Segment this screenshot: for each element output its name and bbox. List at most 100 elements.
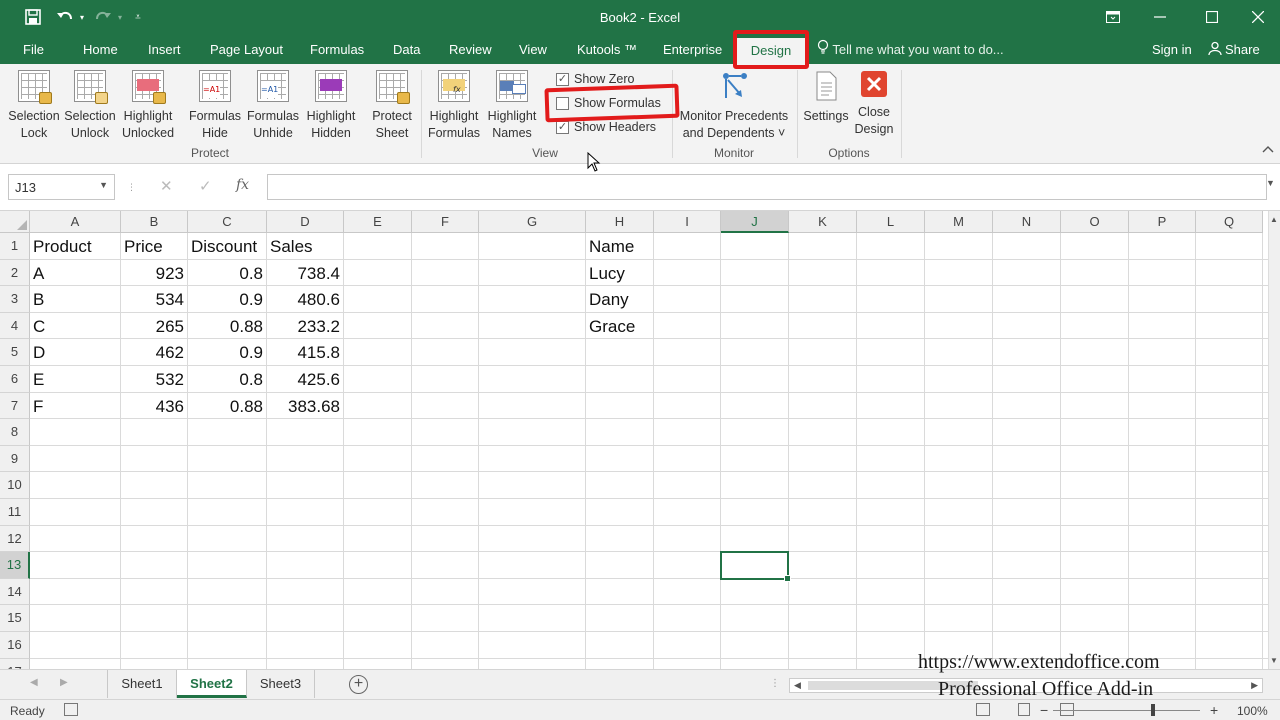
table-cell[interactable]: 0.9 <box>188 286 266 312</box>
worksheet-grid[interactable]: A B C D E F G H I J K L M N O P Q 1 2 3 4 5 6 7 8 9 10 11 12 13 14 15 16… <box>0 211 1280 669</box>
formulas-unhide-button[interactable]: =A1 Formulas Unhide <box>244 70 302 142</box>
column-header-c[interactable]: C <box>188 211 267 233</box>
row-header-8[interactable]: 8 <box>0 419 30 446</box>
table-cell[interactable]: F <box>30 393 120 419</box>
table-cell[interactable]: 425.6 <box>267 366 343 392</box>
table-header-cell[interactable]: Discount <box>188 233 266 259</box>
table-cell[interactable]: 0.9 <box>188 339 266 365</box>
zoom-out-icon[interactable]: − <box>1040 702 1048 718</box>
normal-view-icon[interactable] <box>976 703 990 716</box>
formulas-hide-button[interactable]: =A1 Formulas Hide <box>186 70 244 142</box>
add-sheet-icon[interactable]: + <box>349 675 368 694</box>
tell-me-search[interactable]: Tell me what you want to do... <box>817 36 1004 64</box>
column-header-e[interactable]: E <box>344 211 412 233</box>
table-cell[interactable]: 923 <box>121 260 187 286</box>
column-header-b[interactable]: B <box>121 211 188 233</box>
row-header-6[interactable]: 6 <box>0 366 30 393</box>
vertical-scrollbar[interactable]: ▲ ▼ <box>1268 211 1280 669</box>
row-header-2[interactable]: 2 <box>0 259 30 287</box>
row-header-16[interactable]: 16 <box>0 632 30 659</box>
row-header-4[interactable]: 4 <box>0 312 30 340</box>
column-header-a[interactable]: A <box>30 211 121 233</box>
tab-insert[interactable]: Insert <box>148 36 181 64</box>
zoom-level[interactable]: 100% <box>1237 704 1268 718</box>
table-cell[interactable]: 265 <box>121 313 187 339</box>
scroll-right-arrow-icon[interactable]: ▶ <box>1251 680 1258 691</box>
tab-file[interactable]: File <box>23 36 44 64</box>
table-cell[interactable]: 534 <box>121 286 187 312</box>
table-cell[interactable]: 738.4 <box>267 260 343 286</box>
table-cell[interactable]: B <box>30 286 120 312</box>
protect-sheet-button[interactable]: Protect Sheet <box>365 70 419 142</box>
row-header-3[interactable]: 3 <box>0 286 30 313</box>
zoom-in-icon[interactable]: + <box>1210 702 1218 718</box>
table-cell[interactable]: 480.6 <box>267 286 343 312</box>
scroll-left-icon[interactable]: ◀ <box>30 677 38 688</box>
ribbon-display-icon[interactable] <box>1093 4 1133 30</box>
row-header-7[interactable]: 7 <box>0 392 30 420</box>
table-cell[interactable]: 0.8 <box>188 260 266 286</box>
name-cell[interactable]: Dany <box>586 286 653 312</box>
highlight-hidden-button[interactable]: Highlight Hidden <box>302 70 360 142</box>
row-header-14[interactable]: 14 <box>0 578 30 606</box>
tab-formulas[interactable]: Formulas <box>310 36 364 64</box>
column-header-m[interactable]: M <box>925 211 993 233</box>
tab-view[interactable]: View <box>519 36 547 64</box>
name-cell[interactable]: Grace <box>586 313 653 339</box>
show-zero-checkbox[interactable]: ✓ Show Zero <box>556 72 634 86</box>
selection-unlock-button[interactable]: Selection Unlock <box>62 70 118 142</box>
table-cell[interactable]: 415.8 <box>267 339 343 365</box>
column-header-p[interactable]: P <box>1129 211 1196 233</box>
name-header-cell[interactable]: Name <box>586 233 653 259</box>
sheet-tab-1[interactable]: Sheet1 <box>107 670 177 698</box>
row-header-1[interactable]: 1 <box>0 233 30 260</box>
table-cell[interactable]: 436 <box>121 393 187 419</box>
row-header-15[interactable]: 15 <box>0 605 30 632</box>
highlight-formulas-button[interactable]: fx Highlight Formulas <box>425 70 483 142</box>
active-cell-selection[interactable] <box>720 551 791 582</box>
column-header-l[interactable]: L <box>857 211 925 233</box>
column-header-d[interactable]: D <box>267 211 344 233</box>
table-cell[interactable]: 462 <box>121 339 187 365</box>
collapse-ribbon-icon[interactable] <box>1262 144 1274 156</box>
scroll-left-arrow-icon[interactable]: ◀ <box>794 680 801 691</box>
close-design-button[interactable]: Close Design <box>851 70 897 138</box>
tab-kutools[interactable]: Kutools ™ <box>577 36 637 64</box>
row-header-5[interactable]: 5 <box>0 339 30 366</box>
highlight-unlocked-button[interactable]: Highlight Unlocked <box>119 70 177 142</box>
minimize-icon[interactable] <box>1140 4 1180 30</box>
column-header-g[interactable]: G <box>479 211 586 233</box>
table-cell[interactable]: 233.2 <box>267 313 343 339</box>
enter-check-icon[interactable]: ✓ <box>199 177 212 195</box>
tab-enterprise[interactable]: Enterprise <box>663 36 722 64</box>
page-layout-view-icon[interactable] <box>1018 703 1030 716</box>
formula-input[interactable] <box>267 174 1267 200</box>
row-header-13[interactable]: 13 <box>0 552 30 579</box>
row-header-12[interactable]: 12 <box>0 525 30 553</box>
table-cell[interactable]: A <box>30 260 120 286</box>
tab-home[interactable]: Home <box>83 36 118 64</box>
table-cell[interactable]: 0.88 <box>188 313 266 339</box>
cancel-icon[interactable]: ✕ <box>160 177 173 195</box>
split-handle-icon[interactable]: ⋮ <box>770 678 780 689</box>
table-cell[interactable]: 0.88 <box>188 393 266 419</box>
zoom-slider[interactable] <box>1053 710 1200 711</box>
sheet-tab-3[interactable]: Sheet3 <box>247 670 315 698</box>
macro-record-icon[interactable] <box>64 703 78 716</box>
row-header-17[interactable]: 17 <box>0 658 30 669</box>
tab-data[interactable]: Data <box>393 36 420 64</box>
settings-button[interactable]: Settings <box>801 70 851 125</box>
scroll-up-icon[interactable]: ▲ <box>1270 215 1278 224</box>
column-header-k[interactable]: K <box>789 211 857 233</box>
table-cell[interactable]: E <box>30 366 120 392</box>
table-cell[interactable]: 0.8 <box>188 366 266 392</box>
maximize-icon[interactable] <box>1192 4 1232 30</box>
show-headers-checkbox[interactable]: ✓ Show Headers <box>556 120 656 134</box>
insert-function-icon[interactable]: fx <box>236 177 249 193</box>
sign-in-link[interactable]: Sign in <box>1152 36 1192 64</box>
table-header-cell[interactable]: Product <box>30 233 120 259</box>
table-cell[interactable]: 532 <box>121 366 187 392</box>
column-header-n[interactable]: N <box>993 211 1061 233</box>
column-header-j[interactable]: J <box>721 211 789 233</box>
row-header-11[interactable]: 11 <box>0 499 30 526</box>
